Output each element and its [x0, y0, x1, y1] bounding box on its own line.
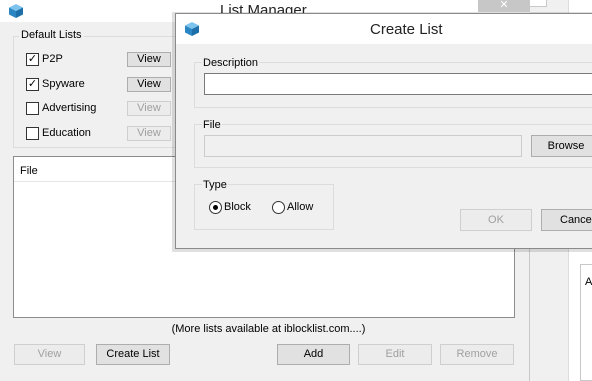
file-path-input[interactable]: [204, 135, 522, 157]
radio-selected-dot: [213, 205, 218, 210]
background-panel-box: [529, 0, 547, 7]
view-education-button[interactable]: View: [127, 126, 171, 141]
background-panel-label: A: [585, 276, 592, 288]
app-cube-icon: [185, 22, 199, 36]
cancel-button[interactable]: Cancel: [541, 209, 592, 231]
type-legend: Type: [202, 179, 228, 191]
checkbox-p2p[interactable]: ✓: [26, 53, 39, 66]
description-input[interactable]: [204, 73, 592, 95]
file-legend: File: [202, 119, 222, 131]
edit-button[interactable]: Edit: [358, 344, 432, 365]
checkbox-education[interactable]: [26, 127, 39, 140]
radio-label-block: Block: [224, 201, 251, 213]
description-legend: Description: [202, 57, 260, 69]
checkbox-advertising[interactable]: [26, 102, 39, 115]
view-advertising-button[interactable]: View: [127, 101, 171, 116]
ok-button[interactable]: OK: [460, 209, 532, 231]
view-p2p-button[interactable]: View: [127, 52, 171, 67]
radio-allow[interactable]: [272, 201, 285, 214]
checkbox-label-spyware: Spyware: [42, 78, 85, 90]
default-lists-legend: Default Lists: [19, 29, 84, 41]
checkbox-spyware[interactable]: ✓: [26, 78, 39, 91]
view-button[interactable]: View: [14, 344, 85, 365]
app-cube-icon: [9, 4, 23, 18]
create-list-button[interactable]: Create List: [96, 344, 170, 365]
browse-button[interactable]: Browse: [531, 135, 592, 157]
more-lists-note: (More lists available at iblocklist.com.…: [171, 323, 366, 335]
radio-label-allow: Allow: [287, 201, 314, 213]
checkbox-label-education: Education: [42, 127, 91, 139]
close-icon[interactable]: ✕: [478, 0, 530, 12]
checkbox-label-p2p: P2P: [42, 53, 63, 65]
view-spyware-button[interactable]: View: [127, 77, 171, 92]
dialog-title: Create List: [370, 21, 443, 38]
checkbox-label-advertising: Advertising: [42, 102, 97, 114]
column-header-file[interactable]: File: [20, 165, 38, 177]
radio-block[interactable]: [209, 201, 222, 214]
remove-button[interactable]: Remove: [440, 344, 514, 365]
add-button[interactable]: Add: [277, 344, 350, 365]
